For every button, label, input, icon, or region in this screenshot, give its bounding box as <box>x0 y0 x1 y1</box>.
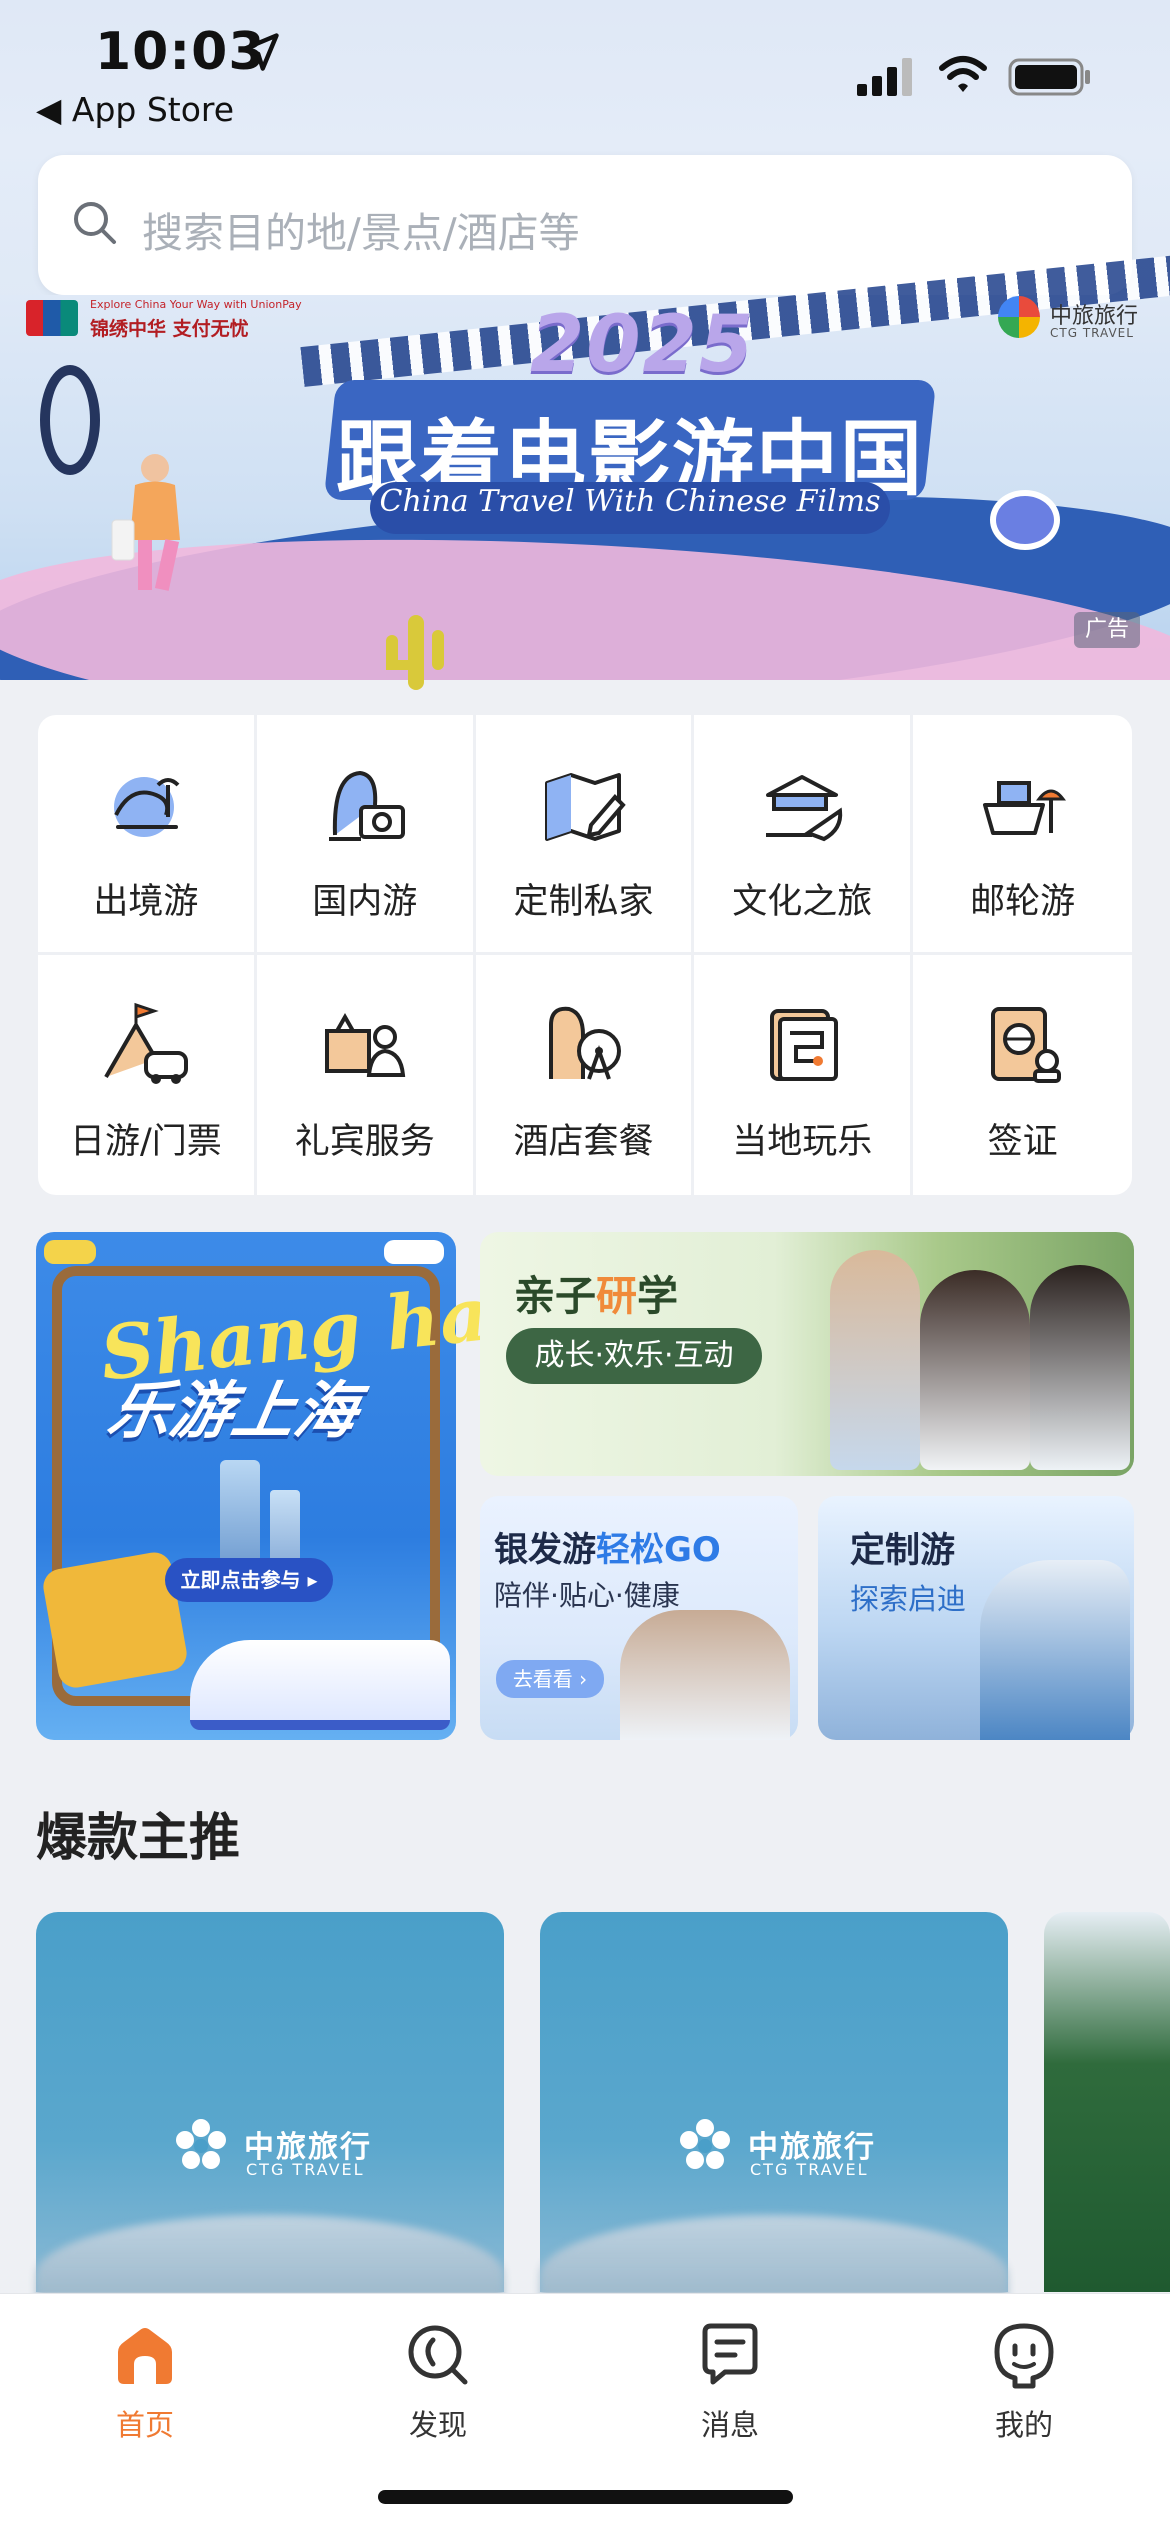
search-input[interactable]: 搜索目的地/景点/酒店等 <box>142 199 580 259</box>
ctg-brand-sub: CTG TRAVEL <box>1050 326 1134 340</box>
train-illustration <box>190 1640 450 1730</box>
unionpay-logo <box>26 300 78 336</box>
category-label: 签证 <box>987 1122 1058 1162</box>
pavilion-fan-icon <box>766 775 843 842</box>
category-label: 酒店套餐 <box>513 1122 654 1162</box>
tab-label: 我的 <box>994 2408 1053 2442</box>
category-label: 国内游 <box>312 882 418 922</box>
custom-tour-subtitle: 探索启迪 <box>850 1582 967 1616</box>
category-label: 邮轮游 <box>970 882 1076 922</box>
camera-landscape-icon <box>328 770 405 841</box>
category-label: 出境游 <box>93 882 199 922</box>
film-reel-ring-decoration <box>40 365 100 475</box>
product-card[interactable] <box>1044 1912 1170 2292</box>
family-study-tag: 成长·欢乐·互动 <box>506 1328 762 1384</box>
message-icon <box>702 2323 758 2385</box>
custom-tour-title: 定制游 <box>850 1531 956 1571</box>
mother-photo <box>920 1270 1030 1470</box>
map-pen-icon <box>545 773 627 841</box>
category-label: 文化之旅 <box>732 882 873 922</box>
unionpay-slogan-en: Explore China Your Way with UnionPay <box>90 298 302 311</box>
shanghai-title: 乐游上海 <box>102 1374 364 1447</box>
father-photo <box>1030 1265 1130 1470</box>
unionpay-slogan: 锦绣中华 支付无忧 <box>90 318 249 340</box>
search-icon[interactable] <box>70 198 120 248</box>
category-label: 当地玩乐 <box>732 1122 873 1162</box>
tab-label: 发现 <box>408 2408 467 2442</box>
tab-home[interactable]: 首页 <box>65 2320 225 2444</box>
passport-icon <box>990 1007 1061 1083</box>
silver-tour-view-button[interactable]: 去看看 › <box>496 1660 604 1698</box>
silver-tour-title: 银发游轻松GO <box>494 1530 721 1570</box>
child-photo <box>830 1250 920 1470</box>
battery-icon <box>1008 58 1090 96</box>
category-label: 礼宾服务 <box>294 1122 435 1162</box>
location-arrow-icon <box>241 33 279 71</box>
category-custom-private[interactable]: 定制私家 <box>475 715 695 955</box>
concierge-icon <box>324 1012 405 1077</box>
banner-subtitle: China Travel With Chinese Films <box>379 484 881 519</box>
category-visa[interactable]: 签证 <box>913 955 1132 1195</box>
wifi-icon <box>939 56 987 92</box>
traveler-photo <box>980 1560 1130 1740</box>
film-reel-decoration <box>990 490 1060 550</box>
mountain-car-icon <box>104 1002 188 1084</box>
home-indicator[interactable] <box>378 2490 793 2504</box>
banner-year: 2025 <box>530 300 756 390</box>
discover-icon <box>408 2325 468 2385</box>
section-title-hot-picks: 爆款主推 <box>36 1809 241 1868</box>
category-domestic-tour[interactable]: 国内游 <box>256 715 476 955</box>
cruise-ship-icon <box>982 781 1066 835</box>
back-to-app-store-link[interactable]: ◀ App Store <box>36 90 234 129</box>
cellular-signal-icon <box>857 58 912 96</box>
ferris-wheel-icon <box>549 1006 622 1080</box>
family-study-title: 亲子研学 <box>514 1272 678 1320</box>
category-label: 定制私家 <box>513 882 654 922</box>
ctg-flower-logo-icon <box>176 2119 226 2169</box>
wave-globe-icon <box>113 777 180 837</box>
ad-tag: 广告 <box>1074 612 1140 648</box>
profile-icon <box>994 2323 1054 2389</box>
product-brand-sub: CTG TRAVEL <box>246 2160 365 2179</box>
category-culture-trip[interactable]: 文化之旅 <box>694 715 914 955</box>
tab-label: 首页 <box>115 2408 174 2442</box>
category-local-fun[interactable]: 当地玩乐 <box>694 955 914 1195</box>
category-hotel-package[interactable]: 酒店套餐 <box>476 955 695 1195</box>
category-grid: 出境游 国内游 定制私家 文化之旅 邮轮游 日游/门票 礼宾服务 酒店套餐 当地… <box>38 715 1132 1195</box>
silver-tour-subtitle: 陪伴·贴心·健康 <box>494 1579 680 1612</box>
event-badge <box>44 1240 96 1264</box>
tab-messages[interactable]: 消息 <box>650 2320 810 2444</box>
ctg-flower-logo-icon <box>680 2119 730 2169</box>
tab-label: 消息 <box>700 2408 759 2442</box>
category-concierge[interactable]: 礼宾服务 <box>257 955 476 1195</box>
tab-profile[interactable]: 我的 <box>944 2320 1104 2444</box>
category-day-tour-tickets[interactable]: 日游/门票 <box>38 955 257 1195</box>
scroll-map-icon <box>770 1009 839 1081</box>
shanghai-join-button[interactable]: 立即点击参与 ▸ <box>165 1558 333 1602</box>
cactus-decoration <box>386 615 444 690</box>
tab-discover[interactable]: 发现 <box>358 2320 518 2444</box>
category-outbound-tour[interactable]: 出境游 <box>38 715 257 955</box>
home-icon <box>118 2328 172 2384</box>
product-brand-sub: CTG TRAVEL <box>750 2160 869 2179</box>
ctg-mini-logo <box>384 1240 444 1264</box>
seniors-photo <box>620 1610 790 1740</box>
category-label: 日游/门票 <box>70 1122 222 1162</box>
traveler-illustration <box>111 454 180 591</box>
ctg-logo-icon <box>998 296 1040 338</box>
category-cruise[interactable]: 邮轮游 <box>913 715 1132 955</box>
